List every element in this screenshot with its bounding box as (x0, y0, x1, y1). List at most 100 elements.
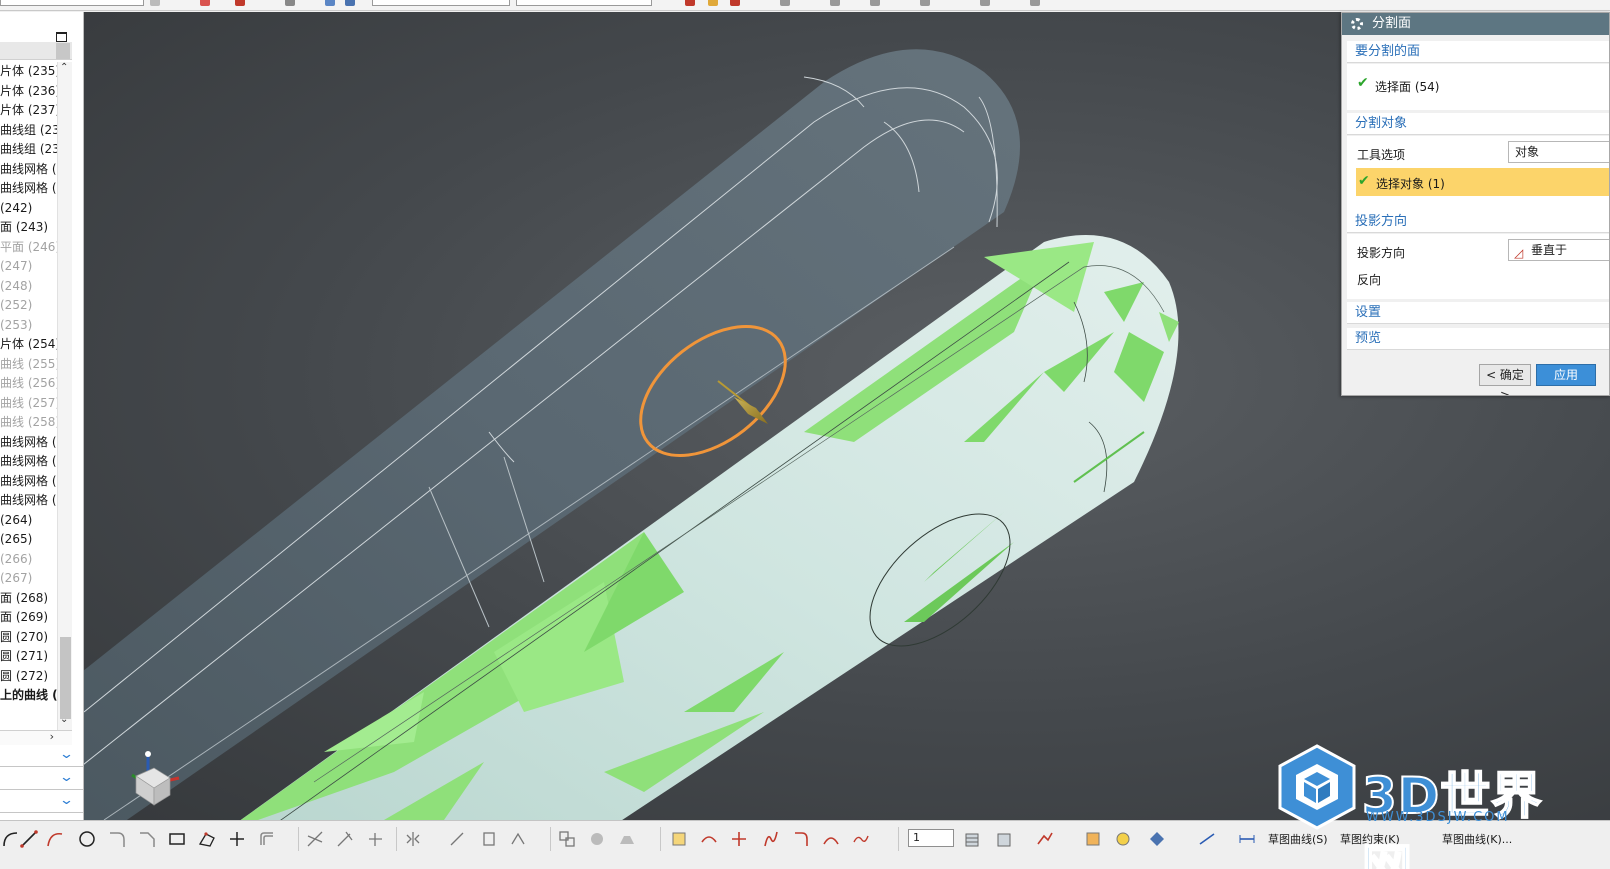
restore-window-icon[interactable] (56, 32, 67, 42)
tree-node[interactable]: (247) (0, 257, 57, 277)
reverse-direction-label[interactable]: 反向 (1357, 271, 1381, 288)
toolbar-icon[interactable] (1030, 0, 1040, 6)
group-projection-direction-header[interactable]: 投影方向 (1347, 211, 1609, 233)
tool-option-select[interactable]: 对象 (1508, 141, 1609, 163)
line-tool-icon[interactable] (20, 830, 38, 848)
type-filter-combo[interactable] (516, 0, 652, 6)
tree-node[interactable]: 片体 (235) (0, 62, 57, 82)
preview-section[interactable]: 预览 (1347, 328, 1609, 350)
gear-icon[interactable] (1351, 18, 1363, 30)
tree-node[interactable]: 曲线网格 ( (0, 433, 57, 453)
scrollbar-thumb[interactable] (60, 637, 71, 719)
navigator-horizontal-scrollbar[interactable]: › (0, 730, 72, 746)
display-icon[interactable] (1114, 830, 1132, 848)
tree-node[interactable]: 曲线网格 ( (0, 160, 57, 180)
toolbar-icon[interactable] (325, 0, 335, 6)
rectangle-tool-icon[interactable] (168, 830, 186, 848)
snap-icon[interactable] (1148, 830, 1166, 848)
settings-section[interactable]: 设置 (1347, 302, 1609, 324)
point-tool-icon[interactable] (228, 830, 246, 848)
toolbar-icon[interactable] (685, 0, 695, 6)
tree-node[interactable]: 圆 (272) (0, 667, 57, 687)
arc-tool-icon[interactable] (2, 830, 20, 848)
make-corner-icon[interactable] (730, 830, 748, 848)
tree-node[interactable]: 曲线 (258) (0, 413, 57, 433)
tree-node[interactable]: 曲线网格 ( (0, 452, 57, 472)
tree-node[interactable]: (248) (0, 277, 57, 297)
tree-node[interactable]: 上的曲线 ( (0, 686, 57, 706)
offset-curve-icon[interactable] (258, 830, 276, 848)
projection-direction-select[interactable]: ◿ 垂直于 (1508, 239, 1609, 261)
project-curve-icon[interactable] (558, 830, 576, 848)
toolbar-icon[interactable] (870, 0, 880, 6)
corner-tool-icon[interactable] (366, 830, 384, 848)
toolbar-icon[interactable] (345, 0, 355, 6)
layer-icon[interactable] (996, 830, 1014, 848)
pattern-curve-icon[interactable] (448, 830, 466, 848)
dialog-title-bar[interactable]: 分割面 (1342, 13, 1609, 35)
dimension-icon[interactable] (1198, 830, 1216, 848)
navigator-column-header[interactable] (0, 42, 72, 60)
group-faces-to-split-header[interactable]: 要分割的面 (1347, 41, 1609, 63)
chamfer-tool-icon[interactable] (138, 830, 156, 848)
tree-node[interactable]: 片体 (237) (0, 101, 57, 121)
tree-node[interactable]: (267) (0, 569, 57, 589)
toolbar-icon[interactable] (235, 0, 245, 6)
view-cube-icon[interactable] (964, 830, 982, 848)
toolbar-icon[interactable] (150, 0, 160, 6)
polygon-tool-icon[interactable] (198, 830, 216, 848)
toolbar-icon[interactable] (920, 0, 930, 6)
tree-node[interactable]: (252) (0, 296, 57, 316)
scale-combo[interactable]: 1 (908, 829, 954, 847)
fillet-tool-icon[interactable] (108, 830, 126, 848)
navigator-section-details[interactable]: ⌄ (0, 768, 83, 790)
tree-node[interactable]: 平面 (246) (0, 238, 57, 258)
rapid-trim-icon[interactable] (822, 830, 840, 848)
tree-node[interactable]: 面 (243) (0, 218, 57, 238)
arc-3point-icon[interactable] (46, 830, 64, 848)
tree-node[interactable]: 片体 (236) (0, 82, 57, 102)
selection-filter-combo[interactable] (0, 0, 144, 6)
analysis-icon[interactable] (1036, 830, 1054, 848)
tree-node[interactable]: 曲线 (256) (0, 374, 57, 394)
toolbar-icon[interactable] (980, 0, 990, 6)
tree-node[interactable]: 圆 (270) (0, 628, 57, 648)
tree-node[interactable]: 曲线网格 ( (0, 472, 57, 492)
select-object-row[interactable]: ✔ 选择对象 (1) (1356, 168, 1609, 196)
toolbar-icon[interactable] (200, 0, 210, 6)
section-curve-icon[interactable] (618, 830, 636, 848)
derived-line-icon[interactable] (480, 830, 498, 848)
navigator-vertical-scrollbar[interactable]: ⌃ ⌄ (57, 62, 72, 730)
scroll-up-icon[interactable]: ⌃ (60, 62, 68, 73)
tree-node[interactable]: 圆 (271) (0, 647, 57, 667)
navigator-section-preview[interactable]: ⌄ (0, 791, 83, 813)
trim-tool-icon[interactable] (306, 830, 324, 848)
tree-node[interactable]: 片体 (254) (0, 335, 57, 355)
tree-node[interactable]: 面 (268) (0, 589, 57, 609)
tree-node[interactable]: 曲线 (257) (0, 394, 57, 414)
toolbar-icon[interactable] (830, 0, 840, 6)
snap-filter-combo[interactable] (372, 0, 510, 6)
select-face-label[interactable]: 选择面 (54) (1375, 78, 1439, 95)
tree-node[interactable]: 面 (269) (0, 608, 57, 628)
tree-node[interactable]: (265) (0, 530, 57, 550)
toolbar-icon[interactable] (780, 0, 790, 6)
rapid-dimension-icon[interactable] (1238, 830, 1256, 848)
tree-node[interactable]: (264) (0, 511, 57, 531)
scroll-right-icon[interactable]: › (50, 730, 54, 743)
conic-curve-icon[interactable] (700, 830, 718, 848)
toolbar-icon[interactable] (708, 0, 718, 6)
tree-node[interactable]: 曲线网格 ( (0, 179, 57, 199)
tree-node[interactable]: 曲线组 (23 (0, 121, 57, 141)
group-split-objects-header[interactable]: 分割对象 (1347, 113, 1609, 135)
studio-spline-icon[interactable] (670, 830, 688, 848)
intersection-curve-icon[interactable] (588, 830, 606, 848)
relation-icon[interactable] (792, 830, 810, 848)
apply-button[interactable]: 应用 (1536, 364, 1596, 386)
toolbar-icon[interactable] (285, 0, 295, 6)
ok-button[interactable]: < 确定 > (1479, 364, 1531, 395)
mirror-curve-icon[interactable] (404, 830, 422, 848)
tree-node[interactable]: (253) (0, 316, 57, 336)
tree-node[interactable]: 曲线组 (23 (0, 140, 57, 160)
general-conic-icon[interactable] (762, 830, 780, 848)
